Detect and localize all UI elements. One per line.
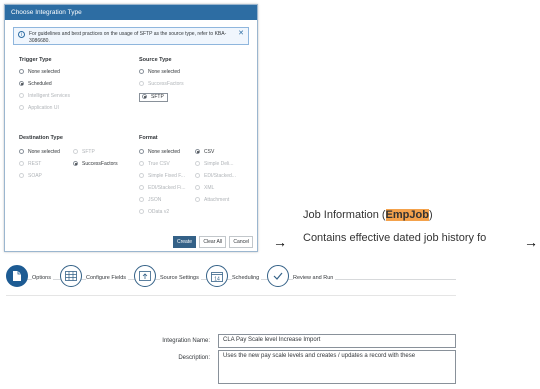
cancel-button[interactable]: Cancel (229, 236, 253, 248)
description-label: Description: (178, 355, 210, 361)
description-textarea[interactable]: Uses the new pay scale levels and create… (218, 350, 456, 384)
source-successfactors-radio: SuccessFactors (139, 81, 184, 88)
format-csv-radio[interactable]: CSV (195, 149, 214, 156)
document-icon (6, 265, 28, 287)
source-sftp-radio[interactable]: SFTP (139, 93, 168, 102)
dialog-footer: Create Clear All Cancel (171, 236, 253, 248)
format-attachment-radio: Attachment (195, 197, 229, 204)
trigger-application-ui-radio: Application UI (19, 105, 59, 112)
destination-type-heading: Destination Type (19, 135, 63, 141)
trigger-intelligent-services-radio: Intelligent Services (19, 93, 70, 100)
trigger-type-heading: Trigger Type (19, 57, 52, 63)
trigger-scheduled-radio[interactable]: Scheduled (19, 81, 52, 88)
choose-integration-dialog: Choose Integration Type i For guidelines… (4, 4, 258, 252)
trigger-none-radio[interactable]: None selected (19, 69, 60, 76)
entity-highlight: EmpJob (385, 209, 429, 221)
step-label: Review and Run (293, 275, 336, 281)
clear-all-button[interactable]: Clear All (199, 236, 227, 248)
wizard-steps: Options Configure Fields Source Settings… (6, 263, 456, 296)
arrow-icon: → (524, 234, 538, 250)
destination-sftp-radio: SFTP (73, 149, 95, 156)
format-odata-v2-radio: OData v2 (139, 209, 169, 216)
create-button[interactable]: Create (173, 236, 197, 248)
destination-soap-radio: SOAP (19, 173, 42, 180)
step-label: Options (32, 275, 53, 281)
format-true-csv-radio: True CSV (139, 161, 170, 168)
integration-name-label: Integration Name: (162, 338, 210, 344)
source-type-heading: Source Type (139, 57, 172, 63)
destination-none-radio[interactable]: None selected (19, 149, 60, 156)
table-grid-icon (60, 265, 82, 287)
step-label: Configure Fields (86, 275, 129, 281)
entity-description: Contains effective dated job history fo (303, 232, 487, 244)
info-icon: i (18, 31, 25, 38)
arrow-icon: → (273, 234, 287, 250)
close-icon[interactable]: ✕ (238, 30, 244, 38)
destination-rest-radio: REST (19, 161, 41, 168)
info-text: For guidelines and best practices on the… (29, 31, 227, 44)
format-none-radio[interactable]: None selected (139, 149, 180, 156)
format-edi-stacked-fixed-radio: EDI/Stacked Fi... (139, 185, 186, 192)
calendar-day: 14 (214, 276, 220, 282)
info-message-strip: i For guidelines and best practices on t… (13, 27, 249, 45)
format-simple-fixed-radio: Simple Fixed F... (139, 173, 185, 180)
format-edi-stacked-radio: EDI/Stacked... (195, 173, 236, 180)
format-heading: Format (139, 135, 158, 141)
entity-title: Job Information (EmpJob) (303, 209, 433, 221)
step-label: Source Settings (160, 275, 201, 281)
format-json-radio: JSON (139, 197, 161, 204)
format-xml-radio: XML (195, 185, 214, 192)
dialog-title: Choose Integration Type (5, 5, 257, 20)
destination-successfactors-radio[interactable]: SuccessFactors (73, 161, 118, 168)
upload-icon (134, 265, 156, 287)
checkmark-icon (267, 265, 289, 287)
step-label: Scheduling (232, 275, 262, 281)
source-none-radio[interactable]: None selected (139, 69, 180, 76)
format-simple-delimited-radio: Simple Deli... (195, 161, 233, 168)
steps-divider (6, 295, 456, 296)
integration-name-input[interactable]: CLA Pay Scale level Increase Import (218, 334, 456, 348)
calendar-icon: 14 (206, 265, 228, 287)
